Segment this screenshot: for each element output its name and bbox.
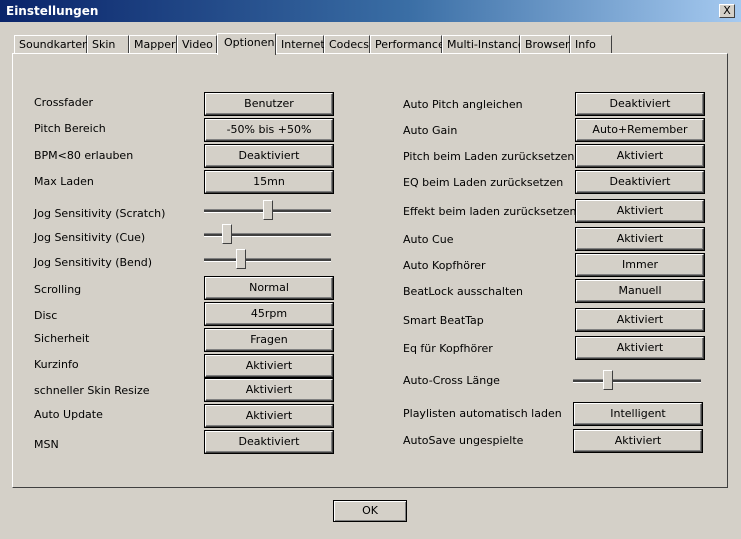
auto-pitch-button[interactable]: Deaktiviert bbox=[576, 93, 704, 115]
scrolling-label: Scrolling bbox=[34, 283, 82, 296]
tab-multi-instance[interactable]: Multi-Instance bbox=[442, 35, 525, 53]
msn-button[interactable]: Deaktiviert bbox=[205, 431, 333, 453]
bpm80-label: BPM<80 erlauben bbox=[34, 149, 134, 162]
disc-label: Disc bbox=[34, 309, 58, 322]
settings-window: Einstellungen X Soundkarten Skin Mapper … bbox=[0, 0, 741, 539]
tab-optionen[interactable]: Optionen bbox=[217, 33, 276, 55]
slider-track bbox=[204, 258, 331, 262]
short-info-label: Kurzinfo bbox=[34, 358, 79, 371]
jog-scratch-label: Jog Sensitivity (Scratch) bbox=[34, 207, 166, 220]
autosave-label: AutoSave ungespielte bbox=[403, 434, 524, 447]
eq-reset-button[interactable]: Deaktiviert bbox=[576, 171, 704, 193]
jog-cue-label: Jog Sensitivity (Cue) bbox=[34, 231, 146, 244]
jog-bend-label: Jog Sensitivity (Bend) bbox=[34, 256, 153, 269]
title-bar[interactable]: Einstellungen X bbox=[0, 0, 741, 22]
tab-mapper[interactable]: Mapper bbox=[129, 35, 177, 53]
security-button[interactable]: Fragen bbox=[205, 329, 333, 351]
tab-info[interactable]: Info bbox=[570, 35, 612, 53]
window-title: Einstellungen bbox=[6, 4, 99, 18]
crossfader-label: Crossfader bbox=[34, 96, 94, 109]
jog-bend-slider[interactable] bbox=[204, 249, 331, 271]
skin-resize-label: schneller Skin Resize bbox=[34, 384, 150, 397]
slider-track bbox=[573, 379, 701, 383]
tab-performance[interactable]: Performance bbox=[370, 35, 445, 53]
eq-headphones-label: Eq für Kopfhörer bbox=[403, 342, 493, 355]
beatlock-label: BeatLock ausschalten bbox=[403, 285, 523, 298]
short-info-button[interactable]: Aktiviert bbox=[205, 355, 333, 377]
ok-button[interactable]: OK bbox=[333, 500, 407, 522]
bpm80-button[interactable]: Deaktiviert bbox=[205, 145, 333, 167]
max-load-button[interactable]: 15mn bbox=[205, 171, 333, 193]
slider-thumb[interactable] bbox=[603, 370, 613, 390]
autocross-label: Auto-Cross Länge bbox=[403, 374, 500, 387]
auto-gain-label: Auto Gain bbox=[403, 124, 458, 137]
auto-pitch-label: Auto Pitch angleichen bbox=[403, 98, 523, 111]
auto-update-button[interactable]: Aktiviert bbox=[205, 405, 333, 427]
disc-button[interactable]: 45rpm bbox=[205, 303, 333, 325]
effect-reset-label: Effekt beim laden zurücksetzen bbox=[403, 205, 577, 218]
pitch-reset-button[interactable]: Aktiviert bbox=[576, 145, 704, 167]
eq-headphones-button[interactable]: Aktiviert bbox=[576, 337, 704, 359]
tab-codecs[interactable]: Codecs bbox=[324, 35, 370, 53]
auto-cue-label: Auto Cue bbox=[403, 233, 454, 246]
tab-skin[interactable]: Skin bbox=[87, 35, 129, 53]
crossfader-button[interactable]: Benutzer bbox=[205, 93, 333, 115]
auto-cue-button[interactable]: Aktiviert bbox=[576, 228, 704, 250]
skin-resize-button[interactable]: Aktiviert bbox=[205, 379, 333, 401]
scrolling-button[interactable]: Normal bbox=[205, 277, 333, 299]
max-load-label: Max Laden bbox=[34, 175, 94, 188]
tab-browser[interactable]: Browser bbox=[520, 35, 570, 53]
auto-gain-button[interactable]: Auto+Remember bbox=[576, 119, 704, 141]
tab-soundkarten[interactable]: Soundkarten bbox=[14, 35, 89, 53]
pitch-range-label: Pitch Bereich bbox=[34, 122, 106, 135]
autocross-slider[interactable] bbox=[573, 370, 701, 392]
autosave-button[interactable]: Aktiviert bbox=[574, 430, 702, 452]
jog-cue-slider[interactable] bbox=[204, 224, 331, 246]
slider-thumb[interactable] bbox=[222, 224, 232, 244]
msn-label: MSN bbox=[34, 438, 59, 451]
playlists-button[interactable]: Intelligent bbox=[574, 403, 702, 425]
auto-headphones-button[interactable]: Immer bbox=[576, 254, 704, 276]
tab-internet[interactable]: Internet bbox=[276, 35, 325, 53]
effect-reset-button[interactable]: Aktiviert bbox=[576, 200, 704, 222]
smart-beattap-label: Smart BeatTap bbox=[403, 314, 484, 327]
eq-reset-label: EQ beim Laden zurücksetzen bbox=[403, 176, 564, 189]
tab-video[interactable]: Video bbox=[177, 35, 217, 53]
auto-update-label: Auto Update bbox=[34, 408, 103, 421]
smart-beattap-button[interactable]: Aktiviert bbox=[576, 309, 704, 331]
beatlock-button[interactable]: Manuell bbox=[576, 280, 704, 302]
jog-scratch-slider[interactable] bbox=[204, 200, 331, 222]
slider-thumb[interactable] bbox=[236, 249, 246, 269]
close-button[interactable]: X bbox=[719, 4, 735, 18]
pitch-reset-label: Pitch beim Laden zurücksetzen bbox=[403, 150, 575, 163]
slider-thumb[interactable] bbox=[263, 200, 273, 220]
pitch-range-button[interactable]: -50% bis +50% bbox=[205, 119, 333, 141]
security-label: Sicherheit bbox=[34, 332, 90, 345]
auto-headphones-label: Auto Kopfhörer bbox=[403, 259, 486, 272]
playlists-label: Playlisten automatisch laden bbox=[403, 407, 562, 420]
